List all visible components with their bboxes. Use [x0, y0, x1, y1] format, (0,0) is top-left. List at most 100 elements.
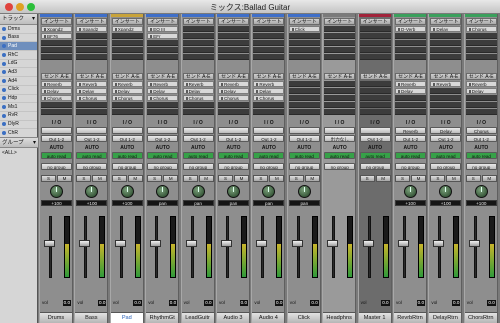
insert-slot[interactable]	[359, 40, 391, 46]
output-selector[interactable]: Out 1-2	[111, 135, 143, 142]
automation-mode-selector[interactable]: auto read	[465, 152, 497, 159]
input-selector[interactable]	[288, 127, 320, 134]
automation-mode-selector[interactable]: auto read	[359, 152, 391, 159]
send-slot[interactable]	[395, 95, 426, 101]
send-slot[interactable]: Delay	[182, 88, 214, 94]
output-selector[interactable]: Out 1-2	[430, 135, 462, 142]
output-selector[interactable]: Out 1-2	[253, 135, 285, 142]
chevron-down-icon[interactable]: ▾	[32, 14, 35, 25]
mute-button[interactable]: M	[304, 175, 320, 182]
mute-button[interactable]: M	[375, 175, 391, 182]
insert-slot[interactable]	[76, 54, 108, 60]
insert-slot[interactable]	[324, 54, 356, 60]
insert-slot[interactable]	[395, 54, 426, 60]
send-slot[interactable]	[395, 109, 426, 115]
send-slot[interactable]	[430, 109, 462, 115]
insert-slot[interactable]	[218, 26, 249, 32]
send-slot[interactable]: Delay	[465, 88, 497, 94]
track-name-button[interactable]: ChorsRtrn	[464, 312, 497, 323]
send-slot[interactable]: Chorus	[182, 95, 214, 101]
groups-pane-header[interactable]: グループ ▾	[0, 137, 38, 148]
insert-slot[interactable]	[182, 47, 214, 53]
track-name-button[interactable]: Master 1	[358, 312, 391, 323]
send-slot[interactable]: Reverb	[76, 81, 108, 87]
mute-button[interactable]: M	[127, 175, 143, 182]
track-name-button[interactable]: DelayRtrn	[429, 312, 462, 323]
volume-fader[interactable]	[147, 216, 178, 278]
volume-fader[interactable]	[183, 216, 214, 278]
send-slot[interactable]: Chorus	[147, 95, 179, 101]
send-slot[interactable]	[359, 109, 391, 115]
send-slot[interactable]	[288, 109, 320, 115]
insert-slot[interactable]	[76, 47, 108, 53]
send-slot[interactable]: Chorus	[111, 95, 143, 101]
mute-button[interactable]: M	[411, 175, 426, 182]
insert-slot[interactable]	[111, 54, 143, 60]
insert-slot[interactable]	[395, 33, 426, 39]
insert-slot[interactable]: Click	[288, 26, 320, 32]
input-selector[interactable]	[218, 127, 249, 134]
insert-slot[interactable]	[218, 40, 249, 46]
send-slot[interactable]	[359, 81, 391, 87]
volume-fader[interactable]	[360, 216, 391, 278]
mute-button[interactable]: M	[446, 175, 462, 182]
insert-slot[interactable]	[395, 47, 426, 53]
automation-mode-selector[interactable]: auto read	[147, 152, 179, 159]
automation-mode-selector[interactable]: auto read	[324, 152, 356, 159]
solo-button[interactable]: S	[430, 175, 446, 182]
pan-knob[interactable]	[50, 185, 63, 198]
send-slot[interactable]: Reverb	[430, 81, 462, 87]
insert-slot[interactable]	[253, 33, 285, 39]
insert-slot[interactable]	[359, 26, 391, 32]
send-slot[interactable]: Chorus	[218, 95, 249, 101]
solo-button[interactable]: S	[218, 175, 233, 182]
send-slot[interactable]	[359, 95, 391, 101]
automation-mode-selector[interactable]: auto read	[253, 152, 285, 159]
pan-knob[interactable]	[120, 185, 134, 198]
group-selector[interactable]: no group	[430, 163, 462, 170]
send-slot[interactable]: Reverb	[41, 81, 72, 87]
track-name-button[interactable]: Audio 4	[252, 312, 285, 323]
insert-slot[interactable]	[111, 47, 143, 53]
chevron-down-icon[interactable]: ▾	[33, 138, 36, 149]
fader-cap[interactable]	[114, 240, 126, 247]
insert-slot[interactable]	[218, 54, 249, 60]
insert-slot[interactable]	[430, 47, 462, 53]
insert-slot[interactable]: EFr	[147, 33, 179, 39]
fader-cap[interactable]	[221, 240, 232, 247]
volume-fader[interactable]	[466, 216, 497, 278]
output-selector[interactable]: Out 1-2	[182, 135, 214, 142]
insert-slot[interactable]	[430, 33, 462, 39]
insert-slot[interactable]	[288, 40, 320, 46]
insert-slot[interactable]	[465, 40, 497, 46]
group-selector[interactable]: no group	[218, 163, 249, 170]
input-selector[interactable]	[147, 127, 179, 134]
mute-button[interactable]: M	[198, 175, 214, 182]
send-slot[interactable]	[76, 109, 108, 115]
fader-cap[interactable]	[327, 240, 339, 247]
automation-mode-selector[interactable]: auto read	[430, 152, 462, 159]
insert-slot[interactable]: Xpand2	[76, 26, 108, 32]
pan-knob[interactable]	[85, 185, 99, 198]
insert-slot[interactable]: Delay	[430, 26, 462, 32]
volume-fader[interactable]	[324, 216, 355, 278]
insert-slot[interactable]	[111, 40, 143, 46]
fader-cap[interactable]	[362, 240, 374, 247]
send-slot[interactable]	[288, 88, 320, 94]
solo-button[interactable]: S	[465, 175, 481, 182]
send-slot[interactable]	[324, 95, 356, 101]
insert-slot[interactable]	[465, 54, 497, 60]
automation-mode-selector[interactable]: auto read	[182, 152, 214, 159]
group-selector[interactable]: no group	[324, 163, 356, 170]
fader-cap[interactable]	[291, 240, 303, 247]
track-name-button[interactable]: RevrbRtrn	[394, 312, 426, 323]
fader-cap[interactable]	[468, 240, 480, 247]
track-name-button[interactable]: LeadGuitr	[181, 312, 214, 323]
pan-knob[interactable]	[191, 185, 205, 198]
insert-slot[interactable]	[76, 40, 108, 46]
volume-fader[interactable]	[41, 216, 72, 278]
solo-button[interactable]: S	[253, 175, 269, 182]
send-slot[interactable]	[430, 102, 462, 108]
send-slot[interactable]	[288, 95, 320, 101]
pan-knob[interactable]	[156, 185, 170, 198]
